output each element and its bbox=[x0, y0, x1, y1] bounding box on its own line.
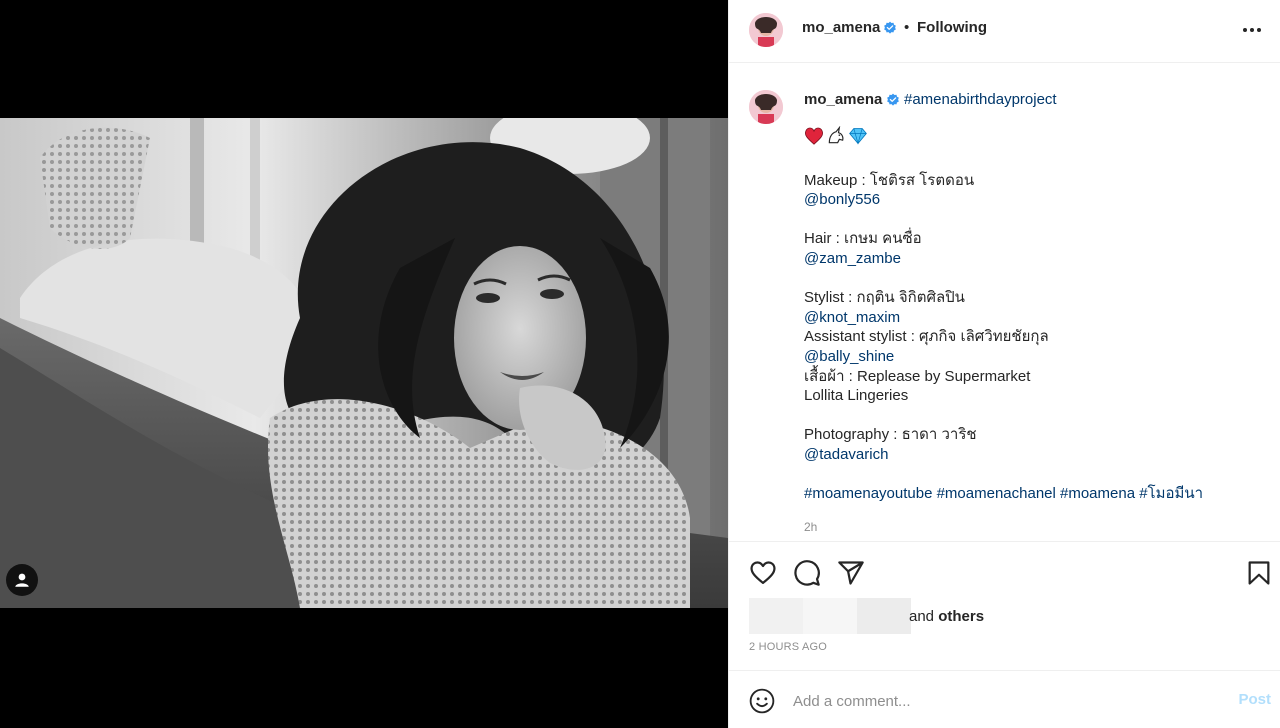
caption-line: Photography : ธาดา วาริช bbox=[804, 426, 977, 444]
post-side-panel: mo_amena • Following mo_amena #amenabirt… bbox=[728, 0, 1280, 728]
avatar-image bbox=[749, 90, 783, 124]
comment-icon[interactable] bbox=[793, 559, 821, 587]
verified-badge-icon bbox=[887, 93, 899, 106]
post-header: mo_amena • Following bbox=[729, 0, 1280, 63]
caption-link[interactable]: @zam_zambe bbox=[804, 249, 1264, 269]
caption-line: Stylist : กฤติน จิกิตศิลปิน bbox=[804, 289, 965, 307]
comment-input[interactable] bbox=[793, 689, 1223, 713]
caption-emojis bbox=[804, 125, 1264, 152]
header-separator: • bbox=[904, 19, 910, 36]
likes-summary: and others bbox=[909, 608, 984, 625]
post-actions: and others 2 HOURS AGO bbox=[729, 541, 1280, 670]
comment-form: Post bbox=[729, 670, 1280, 728]
caption-link[interactable]: @knot_maxim bbox=[804, 308, 1264, 328]
caption-link[interactable]: #moamenayoutube #moamenachanel #moamena … bbox=[804, 484, 1264, 504]
share-icon[interactable] bbox=[837, 559, 865, 587]
likes-others-link[interactable]: others bbox=[938, 608, 984, 625]
likes-and-text: and bbox=[909, 608, 935, 625]
blurred-avatar bbox=[803, 598, 857, 634]
following-button[interactable]: Following bbox=[917, 19, 987, 36]
caption-link[interactable]: @tadavarich bbox=[804, 445, 1264, 465]
caption-line: Makeup : โชติรส โรตดอน bbox=[804, 171, 975, 189]
caption-link[interactable]: @bally_shine bbox=[804, 347, 1264, 367]
blurred-avatar bbox=[857, 598, 911, 634]
caption-line: Lollita Lingeries bbox=[804, 387, 909, 405]
caption-avatar[interactable] bbox=[749, 90, 783, 124]
unicorn-emoji-icon bbox=[826, 125, 846, 152]
portrait-photo-illustration bbox=[0, 118, 728, 608]
user-tag-icon[interactable] bbox=[6, 564, 38, 596]
verified-badge-icon bbox=[884, 21, 896, 34]
caption-hashtag-link[interactable]: #amenabirthdayproject bbox=[904, 91, 1057, 108]
smiley-icon[interactable] bbox=[749, 688, 775, 714]
avatar[interactable] bbox=[749, 13, 783, 47]
blurred-avatar bbox=[749, 598, 803, 634]
caption-gap bbox=[804, 210, 1264, 230]
caption-area: mo_amena #amenabirthdayproject Makeup: … bbox=[729, 63, 1280, 541]
media-pane bbox=[0, 0, 728, 728]
avatar-image bbox=[749, 13, 783, 47]
caption-line: Assistant stylist : ศุภกิจ เลิศวิทยชัยกุ… bbox=[804, 328, 1049, 346]
caption-gap bbox=[804, 406, 1264, 426]
instagram-post-modal: mo_amena • Following mo_amena #amenabirt… bbox=[0, 0, 1280, 728]
caption-lines: Makeup : โชติรส โรตดอน @bonly556 Hair : เก… bbox=[804, 171, 1264, 504]
person-icon bbox=[15, 573, 29, 587]
heart-icon[interactable] bbox=[749, 559, 777, 587]
caption-username[interactable]: mo_amena bbox=[804, 91, 882, 108]
liked-by-avatars-blurred bbox=[749, 598, 911, 634]
gem-emoji-icon bbox=[848, 127, 868, 151]
caption-time-ago[interactable]: 2h bbox=[804, 520, 817, 534]
post-timestamp[interactable]: 2 HOURS AGO bbox=[749, 641, 827, 653]
caption-link[interactable]: @bonly556 bbox=[804, 190, 1264, 210]
caption-gap bbox=[804, 269, 1264, 289]
caption-gap bbox=[804, 151, 1264, 171]
post-comment-button[interactable]: Post bbox=[1238, 691, 1271, 708]
more-options-button[interactable] bbox=[1237, 16, 1267, 44]
caption-text: Makeup : โชติรส โรตดอน @bonly556 Hair : เก… bbox=[804, 125, 1264, 504]
more-horizontal-icon bbox=[1243, 28, 1261, 32]
heart-emoji-icon bbox=[804, 127, 824, 151]
caption-line: เสื้อผ้า : Replease by Supermarket bbox=[804, 367, 1031, 385]
post-photo[interactable] bbox=[0, 118, 728, 608]
caption-gap bbox=[804, 465, 1264, 485]
bookmark-icon[interactable] bbox=[1245, 559, 1273, 587]
header-username[interactable]: mo_amena bbox=[802, 19, 880, 36]
caption-line: Hair : เกษม คนซื่อ bbox=[804, 230, 922, 248]
